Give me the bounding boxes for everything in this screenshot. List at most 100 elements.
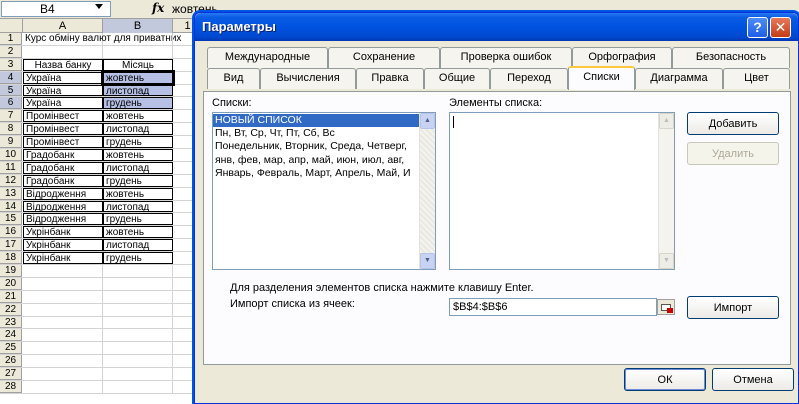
list-item[interactable]: НОВЫЙ СПИСОК (213, 114, 419, 128)
select-all-corner[interactable] (0, 19, 23, 33)
row-header[interactable]: 13 (0, 187, 22, 200)
cell-a[interactable] (23, 368, 103, 381)
import-range-input[interactable]: $B$4:$B$6 (449, 298, 657, 316)
cell-b[interactable]: грудень (103, 252, 173, 264)
cell-b[interactable] (103, 316, 173, 329)
row-header[interactable]: 17 (0, 239, 22, 252)
row-header[interactable]: 7 (0, 110, 22, 123)
cell-b[interactable] (103, 303, 173, 316)
add-button[interactable]: Добавить (687, 112, 779, 135)
row-header[interactable]: 23 (0, 316, 22, 329)
list-item[interactable]: янв, фев, мар, апр, май, июн, июл, авг, (213, 154, 419, 167)
row-header[interactable]: 16 (0, 226, 22, 239)
row-header[interactable]: 15 (0, 213, 22, 226)
cell-a[interactable] (23, 355, 103, 368)
row-header[interactable]: 2 (0, 45, 22, 58)
lists-listbox[interactable]: НОВЫЙ СПИСОК Пн, Вт, Ср, Чт, Пт, Сб, Вс По… (212, 112, 436, 270)
cell-a[interactable]: Укрінбанк (23, 226, 103, 238)
row-header[interactable]: 9 (0, 136, 22, 149)
cell-b[interactable] (103, 381, 173, 393)
list-item[interactable]: Понедельник, Вторник, Среда, Четверг, (213, 140, 419, 153)
row-header[interactable]: 1 (0, 33, 22, 45)
cell-b[interactable]: листопад (103, 200, 173, 213)
cell-a[interactable] (23, 277, 103, 290)
cell-a[interactable] (23, 342, 103, 355)
cell-a[interactable]: Укрінбанк (23, 239, 103, 251)
cell-a[interactable]: Промінвест (23, 136, 103, 148)
cell-b[interactable]: листопад (103, 123, 173, 135)
dialog-titlebar[interactable]: Параметры ? ✕ (195, 13, 798, 41)
tab-chart[interactable]: Диаграмма (635, 68, 723, 89)
tab-security[interactable]: Безопасность (672, 47, 790, 68)
row-header[interactable]: 24 (0, 329, 22, 342)
cell-b[interactable]: грудень (103, 174, 173, 187)
tab-general[interactable]: Общие (424, 68, 490, 89)
cell-b[interactable]: грудень (103, 97, 173, 109)
row-header[interactable]: 26 (0, 355, 22, 368)
cell-b[interactable] (103, 342, 173, 355)
cell-b[interactable]: Місяць (103, 58, 173, 71)
collapse-dialog-icon[interactable] (657, 299, 675, 315)
row-header[interactable]: 28 (0, 381, 22, 393)
column-header-a[interactable]: A (23, 19, 103, 33)
row-header[interactable]: 18 (0, 252, 22, 265)
cell-b[interactable]: листопад (103, 239, 173, 251)
cell-a[interactable]: Градобанк (23, 174, 103, 187)
cell-b[interactable]: жовтень (103, 187, 173, 200)
scroll-up-icon[interactable]: ▲ (420, 113, 435, 129)
fx-icon[interactable]: fx (152, 1, 164, 15)
cell-a[interactable] (23, 265, 103, 277)
cell-b[interactable] (103, 355, 173, 368)
row-header[interactable]: 25 (0, 342, 22, 355)
list-elements-textarea[interactable]: ▲ ▼ (449, 112, 675, 270)
row-header[interactable]: 27 (0, 368, 22, 381)
cell-b[interactable]: жовтень (103, 226, 173, 238)
tab-spelling[interactable]: Орфография (572, 47, 672, 68)
tab-edit[interactable]: Правка (356, 68, 424, 89)
cell-b[interactable]: жовтень (101, 69, 175, 86)
cell-a[interactable] (23, 290, 103, 303)
cell-a[interactable] (23, 303, 103, 316)
cell-b[interactable] (103, 33, 173, 45)
list-item[interactable]: Пн, Вт, Ср, Чт, Пт, Сб, Вс (213, 127, 419, 140)
row-header[interactable]: 6 (0, 97, 22, 110)
name-box-dropdown-icon[interactable] (95, 4, 103, 9)
help-button[interactable]: ? (747, 17, 768, 38)
row-header[interactable]: 3 (0, 58, 22, 71)
cell-b[interactable]: грудень (103, 213, 173, 225)
cell-a[interactable]: Промінвест (23, 110, 103, 122)
cell-b[interactable] (103, 368, 173, 381)
scroll-up-icon[interactable]: ▲ (659, 113, 674, 129)
cell-a[interactable]: Відродження (23, 200, 103, 213)
cell-a[interactable]: Україна (23, 97, 103, 109)
cell-a[interactable]: Україна (23, 71, 103, 84)
ok-button[interactable]: ОК (624, 368, 706, 391)
lists-scrollbar[interactable]: ▲ ▼ (419, 113, 435, 269)
row-header[interactable]: 11 (0, 161, 22, 174)
tab-view[interactable]: Вид (207, 68, 260, 89)
cell-a[interactable]: Укрінбанк (23, 252, 103, 264)
column-header-b[interactable]: B (103, 19, 173, 33)
cell-b[interactable]: листопад (103, 84, 173, 97)
row-header[interactable]: 5 (0, 84, 22, 97)
tab-error-checking[interactable]: Проверка ошибок (440, 47, 572, 68)
cell-b[interactable] (103, 277, 173, 290)
cell-a[interactable] (23, 45, 103, 58)
close-button[interactable]: ✕ (770, 17, 791, 38)
row-header[interactable]: 4 (0, 71, 22, 84)
cancel-button[interactable]: Отмена (712, 368, 794, 391)
scroll-down-icon[interactable]: ▼ (659, 253, 674, 269)
tab-calculation[interactable]: Вычисления (260, 68, 356, 89)
cell-b[interactable] (103, 329, 173, 342)
tab-color[interactable]: Цвет (723, 68, 790, 89)
scroll-down-icon[interactable]: ▼ (420, 253, 435, 269)
tab-international[interactable]: Международные (207, 47, 328, 68)
cell-a[interactable]: Назва банку (23, 58, 103, 71)
cell-a[interactable]: Україна (23, 84, 103, 97)
cell-b[interactable]: жовтень (103, 149, 173, 161)
row-header[interactable]: 20 (0, 277, 22, 290)
tab-save[interactable]: Сохранение (328, 47, 440, 68)
cell-b[interactable] (103, 290, 173, 303)
cell-b[interactable]: листопад (103, 161, 173, 174)
elements-scrollbar[interactable]: ▲ ▼ (658, 113, 674, 269)
